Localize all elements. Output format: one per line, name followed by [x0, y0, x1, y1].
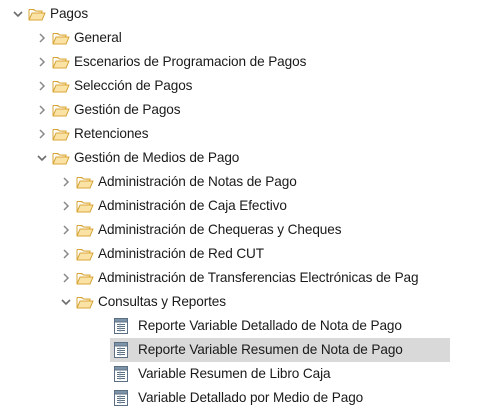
tree-node-escenarios[interactable]: Escenarios de Programacion de Pagos: [0, 50, 490, 74]
chevron-right-icon[interactable]: [57, 266, 75, 290]
tree-node-label: Administración de Red CUT: [98, 246, 264, 261]
open-folder-icon: [75, 194, 95, 218]
report-document-icon: [112, 314, 130, 338]
tree-node-general[interactable]: General: [0, 26, 490, 50]
open-folder-icon: [75, 266, 95, 290]
open-folder-icon: [51, 98, 71, 122]
chevron-right-icon[interactable]: [33, 26, 51, 50]
tree-leaf-label: Reporte Variable Resumen de Nota de Pago: [138, 342, 403, 357]
tree-leaf-variable-detallado-medio-pago[interactable]: Variable Detallado por Medio de Pago: [0, 386, 490, 410]
chevron-right-icon[interactable]: [57, 218, 75, 242]
open-folder-icon: [51, 50, 71, 74]
tree-leaf-label: Reporte Variable Detallado de Nota de Pa…: [138, 318, 402, 333]
tree-node-label: Selección de Pagos: [74, 78, 193, 93]
tree-node-admin-notas[interactable]: Administración de Notas de Pago: [0, 170, 490, 194]
chevron-down-icon[interactable]: [33, 146, 51, 170]
open-folder-icon: [75, 218, 95, 242]
open-folder-icon: [75, 170, 95, 194]
open-folder-icon: [27, 2, 47, 26]
open-folder-icon: [51, 74, 71, 98]
report-document-icon: [112, 386, 130, 410]
chevron-right-icon[interactable]: [33, 122, 51, 146]
open-folder-icon: [51, 146, 71, 170]
chevron-down-icon[interactable]: [57, 290, 75, 314]
chevron-right-icon[interactable]: [33, 98, 51, 122]
tree-node-admin-transferencias[interactable]: Administración de Transferencias Electró…: [0, 266, 490, 290]
tree-leaf-variable-resumen-libro-caja[interactable]: Variable Resumen de Libro Caja: [0, 362, 490, 386]
chevron-down-icon[interactable]: [9, 2, 27, 26]
navigation-tree: Pagos General Escenarios de Programacion…: [0, 0, 490, 418]
open-folder-icon: [51, 122, 71, 146]
open-folder-icon: [75, 290, 95, 314]
tree-node-label: Pagos: [50, 6, 89, 21]
tree-node-admin-caja[interactable]: Administración de Caja Efectivo: [0, 194, 490, 218]
tree-node-label: Consultas y Reportes: [98, 294, 226, 309]
tree-node-label: Administración de Caja Efectivo: [98, 198, 287, 213]
tree-node-label: General: [74, 30, 122, 45]
tree-node-admin-red-cut[interactable]: Administración de Red CUT: [0, 242, 490, 266]
tree-leaf-reporte-resumen-nota[interactable]: Reporte Variable Resumen de Nota de Pago: [0, 338, 490, 362]
tree-node-label: Retenciones: [74, 126, 149, 141]
chevron-right-icon[interactable]: [57, 194, 75, 218]
tree-node-label: Administración de Transferencias Electró…: [98, 270, 419, 285]
tree-leaf-reporte-detallado-nota[interactable]: Reporte Variable Detallado de Nota de Pa…: [0, 314, 490, 338]
tree-node-label: Escenarios de Programacion de Pagos: [74, 54, 307, 69]
tree-node-consultas-reportes[interactable]: Consultas y Reportes: [0, 290, 490, 314]
report-document-icon: [112, 338, 130, 362]
tree-node-gestion-pagos[interactable]: Gestión de Pagos: [0, 98, 490, 122]
tree-node-gestion-medios[interactable]: Gestión de Medios de Pago: [0, 146, 490, 170]
chevron-right-icon[interactable]: [33, 50, 51, 74]
chevron-right-icon[interactable]: [33, 74, 51, 98]
tree-leaf-label: Variable Resumen de Libro Caja: [138, 366, 331, 381]
tree-node-label: Administración de Notas de Pago: [98, 174, 297, 189]
tree-node-admin-chequeras[interactable]: Administración de Chequeras y Cheques: [0, 218, 490, 242]
open-folder-icon: [75, 242, 95, 266]
tree-node-retenciones[interactable]: Retenciones: [0, 122, 490, 146]
tree-node-label: Gestión de Pagos: [74, 102, 181, 117]
tree-node-label: Gestión de Medios de Pago: [74, 150, 240, 165]
tree-node-label: Administración de Chequeras y Cheques: [98, 222, 342, 237]
tree-leaf-label: Variable Detallado por Medio de Pago: [138, 390, 364, 405]
report-document-icon: [112, 362, 130, 386]
tree-node-seleccion[interactable]: Selección de Pagos: [0, 74, 490, 98]
chevron-right-icon[interactable]: [57, 242, 75, 266]
open-folder-icon: [51, 26, 71, 50]
chevron-right-icon[interactable]: [57, 170, 75, 194]
tree-node-pagos[interactable]: Pagos: [0, 2, 490, 26]
